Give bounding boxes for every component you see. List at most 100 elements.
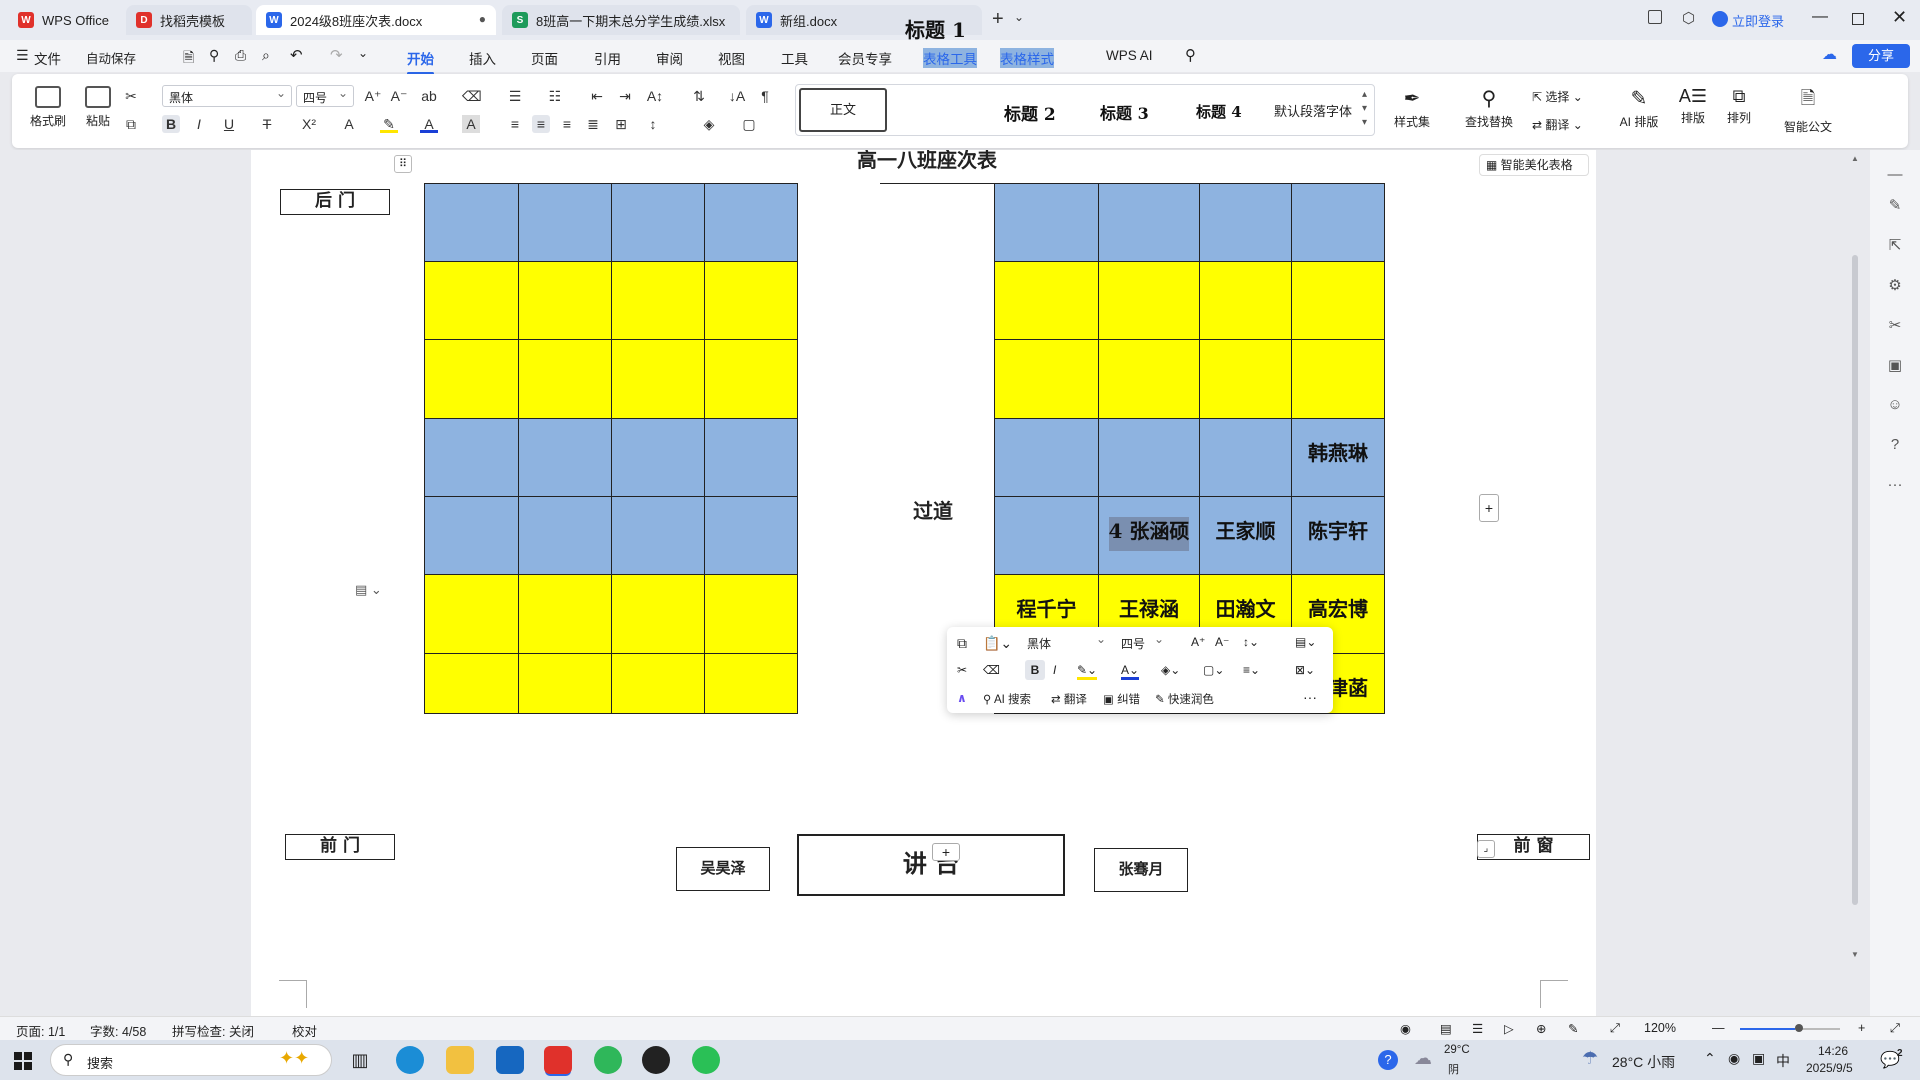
smart-doc-button[interactable]: 🗎 智能公文 xyxy=(1780,86,1836,135)
edge-icon[interactable] xyxy=(396,1046,424,1074)
style-normal[interactable]: 正文 xyxy=(799,88,887,132)
tray-display-icon[interactable]: ▣ xyxy=(1752,1050,1765,1067)
translate-button[interactable]: ⇄ 翻译 ⌄ xyxy=(1532,116,1583,133)
font-family-select[interactable]: 黑体 xyxy=(162,85,292,107)
collapse-icon[interactable]: — xyxy=(1885,166,1905,186)
seat-cell-right[interactable] xyxy=(1098,339,1200,419)
smart-beautify-button[interactable]: ▦ 智能美化表格 xyxy=(1479,154,1589,176)
scroll-down-icon[interactable]: ▼ xyxy=(1851,950,1859,959)
grow-font-icon[interactable]: A⁺ xyxy=(364,87,382,105)
login-link[interactable]: 立即登录 xyxy=(1732,11,1784,30)
table-resize-icon[interactable]: ⌟ xyxy=(1477,840,1495,858)
spell-check[interactable]: 拼写检查: 关闭 xyxy=(172,1021,254,1040)
document-page[interactable]: 高一八班座次表 ⠿ ▦ 智能美化表格 后 门 前 门 前 窗 ▤ ⌄ 韩燕琳 4 … xyxy=(251,150,1596,1016)
fullscreen-icon[interactable]: ⤢ xyxy=(1890,1021,1900,1036)
italic-icon[interactable]: I xyxy=(1053,663,1056,677)
seat-cell-left[interactable] xyxy=(611,183,705,262)
menu-wps-ai[interactable]: WPS AI xyxy=(1106,48,1153,63)
user-avatar-icon[interactable] xyxy=(1712,11,1728,27)
translate-button[interactable]: ⇄ 翻译 xyxy=(1051,691,1087,707)
paste-icon[interactable]: 📋⌄ xyxy=(983,635,1012,652)
superscript-icon[interactable]: X² xyxy=(300,115,318,133)
sort-icon[interactable]: ⇅ xyxy=(690,87,708,105)
close-icon[interactable]: ✕ xyxy=(1892,7,1907,28)
ime-indicator[interactable]: 中 xyxy=(1776,1051,1790,1071)
menu-tools[interactable]: 工具 xyxy=(781,48,808,68)
qq-icon[interactable] xyxy=(642,1046,670,1074)
style-heading-1[interactable]: 标题 1 xyxy=(905,14,966,43)
line-spacing-icon[interactable]: ↕⌄ xyxy=(1243,635,1259,649)
page-view-icon[interactable]: ▤ xyxy=(1440,1021,1452,1036)
seat-cell-left[interactable] xyxy=(704,496,798,575)
paste-button[interactable]: 粘贴 xyxy=(76,86,120,129)
hamburger-icon[interactable]: ☰ xyxy=(16,47,29,64)
seat-cell-left[interactable] xyxy=(518,339,612,419)
seat-cell-right[interactable]: 韩燕琳 xyxy=(1291,418,1385,497)
seat-cell-left[interactable] xyxy=(518,574,612,654)
show-marks-icon[interactable]: ¶ xyxy=(756,87,774,105)
seat-cell-right[interactable] xyxy=(994,339,1099,419)
ai-image-icon[interactable]: ▣ xyxy=(1885,356,1905,376)
robot-icon[interactable]: ☺ xyxy=(1885,396,1905,416)
more-icon[interactable]: ··· xyxy=(1303,689,1317,705)
seat-cell-right[interactable] xyxy=(994,261,1099,340)
proofread-button[interactable]: ▣ 纠错 xyxy=(1103,691,1140,707)
taskbar-date[interactable]: 2025/9/5 xyxy=(1806,1061,1853,1075)
style-heading-2[interactable]: 标题 2 xyxy=(1004,100,1056,125)
float-size-select[interactable]: 四号 xyxy=(1115,632,1169,654)
increase-indent-icon[interactable]: ⇥ xyxy=(616,87,634,105)
italic-icon[interactable]: I xyxy=(190,115,208,133)
seat-cell-left[interactable] xyxy=(704,653,798,714)
seat-cell-left[interactable] xyxy=(611,574,705,654)
strikethrough-icon[interactable]: T xyxy=(258,115,276,133)
text-direction-icon[interactable]: A↕ xyxy=(646,87,664,105)
table-insert-icon[interactable]: ▤⌄ xyxy=(1295,635,1316,649)
justify-icon[interactable]: ≣ xyxy=(584,115,602,133)
layout-button[interactable]: A☰ 排版 xyxy=(1670,86,1716,126)
numbered-list-icon[interactable]: ☷ xyxy=(546,87,564,105)
tools-icon[interactable]: ✂ xyxy=(1885,316,1905,336)
bold-icon[interactable]: B xyxy=(162,115,180,133)
find-replace-button[interactable]: ⚲ 查找替换 xyxy=(1458,86,1520,130)
save-icon[interactable]: 🗎 xyxy=(183,47,194,71)
shading-icon[interactable]: ◈⌄ xyxy=(1161,663,1180,677)
table-delete-icon[interactable]: ⊠⌄ xyxy=(1295,663,1315,677)
menu-home[interactable]: 开始 xyxy=(407,48,434,75)
wechat-icon[interactable] xyxy=(692,1046,720,1074)
phonetic-icon[interactable]: ab xyxy=(420,87,438,105)
seat-cell-left[interactable] xyxy=(704,339,798,419)
zoom-in-icon[interactable]: + xyxy=(1858,1021,1865,1035)
windows-start-icon[interactable] xyxy=(14,1052,32,1070)
seat-cell-left[interactable] xyxy=(611,261,705,340)
select-button[interactable]: ⇱ 选择 ⌄ xyxy=(1532,88,1583,105)
clear-format-icon[interactable]: ⌫ xyxy=(462,87,482,105)
zoom-slider[interactable] xyxy=(1740,1024,1840,1032)
align-icon[interactable]: ≡⌄ xyxy=(1243,663,1260,677)
print-icon[interactable]: ⎙ xyxy=(235,47,246,64)
pen-icon[interactable]: ✎ xyxy=(1885,196,1905,216)
menu-table-style[interactable]: 表格样式 xyxy=(1000,48,1054,68)
borders-icon[interactable]: ▢⌄ xyxy=(1203,663,1224,677)
zoom-out-icon[interactable]: — xyxy=(1712,1021,1725,1035)
paragraph-handle-icon[interactable]: ▤ ⌄ xyxy=(355,582,382,598)
sort-az-icon[interactable]: ↓A xyxy=(728,87,746,105)
seat-cell-right[interactable]: 陈宇轩 xyxy=(1291,496,1385,575)
font-color-icon[interactable]: A⌄ xyxy=(1121,663,1140,680)
seat-cell-right[interactable] xyxy=(1098,418,1200,497)
font-color-icon[interactable]: A xyxy=(420,115,438,133)
decrease-indent-icon[interactable]: ⇤ xyxy=(588,87,606,105)
tab-scores-xlsx[interactable]: S 8班高一下期末总分学生成绩.xlsx xyxy=(502,5,740,35)
seat-cell-left[interactable] xyxy=(424,261,519,340)
shrink-font-icon[interactable]: A⁻ xyxy=(390,87,408,105)
seat-cell-right[interactable] xyxy=(1291,183,1385,262)
seat-cell-left[interactable] xyxy=(424,339,519,419)
sliders-icon[interactable]: ⚙ xyxy=(1885,276,1905,296)
highlight-icon[interactable]: ✎⌄ xyxy=(1077,663,1098,680)
tab-seating-doc[interactable]: W 2024级8班座次表.docx ● xyxy=(256,5,496,35)
char-shading-icon[interactable]: A xyxy=(462,115,480,133)
proofread-status[interactable]: 校对 xyxy=(292,1021,317,1040)
tray-chevron-icon[interactable]: ⌃ xyxy=(1704,1050,1716,1067)
menu-insert[interactable]: 插入 xyxy=(469,48,496,68)
search-icon[interactable]: ⚲ xyxy=(1185,46,1196,64)
copy-icon[interactable]: ⧉ xyxy=(957,635,967,652)
